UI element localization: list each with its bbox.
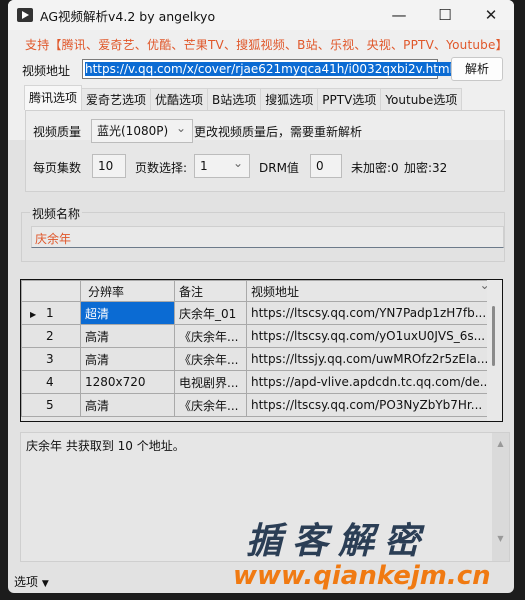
minimize-button[interactable]: — xyxy=(376,0,422,30)
caret-down-icon: ▼ xyxy=(41,579,49,589)
encrypted-count: 加密:32 xyxy=(404,161,448,175)
app-icon xyxy=(17,8,33,22)
site-tabs: 腾讯选项 爱奇艺选项 优酷选项 B站选项 搜狐选项 PPTV选项 Youtube… xyxy=(24,85,463,110)
quality-hint: 更改视频质量后，需要重新解析 xyxy=(194,125,363,139)
table-row[interactable]: 2 高清 《庆余年... https://ltscsy.qq.com/yO1ux… xyxy=(21,324,497,348)
title-bar: AG视频解析v4.2 by angelkyo — ☐ ✕ xyxy=(8,0,514,30)
tab-youtube[interactable]: Youtube选项 xyxy=(380,88,463,110)
scroll-down-icon[interactable]: ▼ xyxy=(492,534,509,543)
cell-note[interactable]: 《庆余年... xyxy=(174,393,247,417)
cell-url[interactable]: https://ltscsy.qq.com/PO3NyZbYb7Hr... xyxy=(245,393,497,417)
video-name-input[interactable]: 庆余年 xyxy=(31,226,504,248)
window-title: AG视频解析v4.2 by angelkyo xyxy=(40,8,216,24)
quality-label: 视频质量 xyxy=(33,125,82,139)
app-window: AG视频解析v4.2 by angelkyo — ☐ ✕ 支持【腾讯、爱奇艺、优… xyxy=(8,0,514,593)
cell-url[interactable]: https://ltscsy.qq.com/yO1uxU0JVS_6s... xyxy=(245,324,497,348)
cell-resolution[interactable]: 高清 xyxy=(80,393,175,417)
cell-note[interactable]: 电视剧界... xyxy=(174,370,247,394)
row-number: 5 xyxy=(21,393,81,417)
table-row[interactable]: 4 1280x720 电视剧界... https://apd-vlive.apd… xyxy=(21,370,497,394)
log-scrollbar[interactable]: ▲ ▼ xyxy=(492,433,509,561)
page-select[interactable]: 1 xyxy=(194,152,250,178)
row-number: 4 xyxy=(21,370,81,394)
drm-input[interactable]: 0 xyxy=(310,154,342,178)
quality-select[interactable]: 蓝光(1080P) xyxy=(91,117,193,143)
per-page-input[interactable]: 10 xyxy=(92,154,126,178)
status-text: 庆余年 共获取到 10 个地址。 xyxy=(26,439,185,453)
row-number: 3 xyxy=(21,347,81,371)
tab-bilibili[interactable]: B站选项 xyxy=(207,88,262,110)
tab-tencent[interactable]: 腾讯选项 xyxy=(24,85,83,110)
column-header-note[interactable]: 备注 xyxy=(174,280,247,302)
page-select-label: 页数选择: xyxy=(135,161,188,175)
per-page-label: 每页集数 xyxy=(33,161,82,175)
scroll-up-icon[interactable]: ▲ xyxy=(492,439,509,448)
table-scrollbar[interactable] xyxy=(487,280,502,421)
results-table: 分辨率 备注 视频地址 ▶1 超清 庆余年_01 https://ltscsy.… xyxy=(20,279,503,422)
column-header-indicator xyxy=(21,280,81,302)
cell-resolution[interactable]: 高清 xyxy=(80,347,175,371)
url-label: 视频地址 xyxy=(22,64,71,78)
tab-iqiyi[interactable]: 爱奇艺选项 xyxy=(81,88,152,110)
table-row[interactable]: ▶1 超清 庆余年_01 https://ltscsy.qq.com/YN7Pa… xyxy=(21,301,497,325)
table-row[interactable]: 5 高清 《庆余年... https://ltscsy.qq.com/PO3Ny… xyxy=(21,393,497,417)
table-header: 分辨率 备注 视频地址 xyxy=(21,280,497,302)
cell-url[interactable]: https://ltssjy.qq.com/uwMROfz2r5zEIa... xyxy=(245,347,497,371)
tab-youku[interactable]: 优酷选项 xyxy=(150,88,209,110)
tab-sohu[interactable]: 搜狐选项 xyxy=(260,88,319,110)
cell-url[interactable]: https://apd-vlive.apdcdn.tc.qq.com/de... xyxy=(245,370,497,394)
supported-sites-text: 支持【腾讯、爱奇艺、优酷、芒果TV、搜狐视频、B站、乐视、央视、PPTV、You… xyxy=(25,38,508,52)
scroll-thumb[interactable] xyxy=(492,306,495,366)
cell-resolution[interactable]: 高清 xyxy=(80,324,175,348)
parse-button[interactable]: 解析 xyxy=(451,57,503,81)
cell-resolution[interactable]: 超清 xyxy=(80,301,175,325)
video-name-label: 视频名称 xyxy=(30,205,83,222)
unencrypted-count: 未加密:0 xyxy=(351,161,399,175)
cell-note[interactable]: 《庆余年... xyxy=(174,347,247,371)
maximize-button[interactable]: ☐ xyxy=(422,0,468,30)
tab-pptv[interactable]: PPTV选项 xyxy=(317,88,382,110)
url-input[interactable]: https://v.qq.com/x/cover/rjae621myqca41h… xyxy=(82,59,453,79)
cell-resolution[interactable]: 1280x720 xyxy=(80,370,175,394)
watermark-url: www.qiankejm.cn xyxy=(233,561,491,591)
column-header-url[interactable]: 视频地址 xyxy=(245,280,497,302)
cell-url[interactable]: https://ltscsy.qq.com/YN7Padp1zH7fb... xyxy=(245,301,497,325)
column-header-resolution[interactable]: 分辨率 xyxy=(80,280,175,302)
row-number: ▶ 1 xyxy=(21,301,81,325)
close-button[interactable]: ✕ xyxy=(468,0,514,30)
watermark-logo: 揗客解密 xyxy=(246,521,431,562)
drm-label: DRM值 xyxy=(259,161,299,175)
table-row[interactable]: 3 高清 《庆余年... https://ltssjy.qq.com/uwMRO… xyxy=(21,347,497,371)
options-menu[interactable]: 选项 ▼ xyxy=(14,573,49,590)
cell-note[interactable]: 庆余年_01 xyxy=(174,301,247,325)
cell-note[interactable]: 《庆余年... xyxy=(174,324,247,348)
row-number: 2 xyxy=(21,324,81,348)
